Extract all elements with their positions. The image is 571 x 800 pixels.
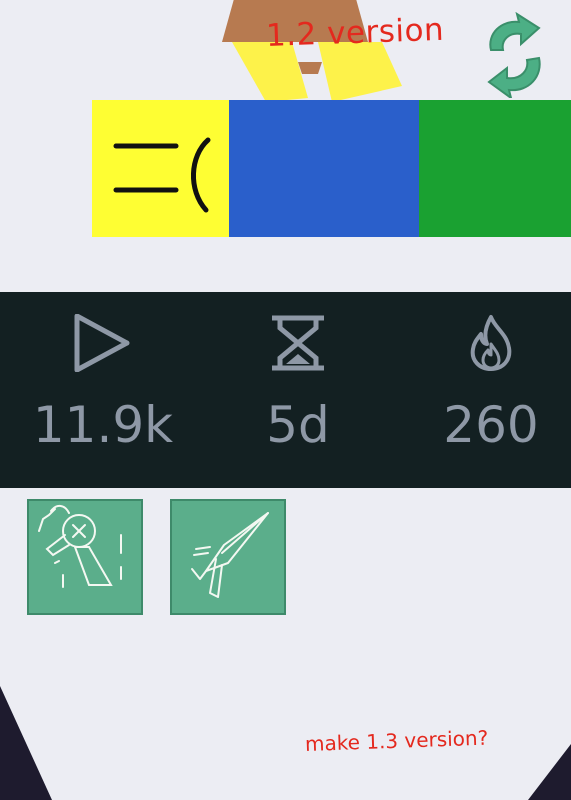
make-new-version-prompt[interactable]: make 1.3 version? [305, 726, 489, 756]
bottom-right-corner [528, 744, 571, 800]
stat-plays: 11.9k [8, 292, 198, 488]
refresh-arrows-icon [487, 11, 541, 101]
sad-face-icon [113, 137, 211, 213]
hourglass-icon [272, 315, 324, 371]
stats-bar: 11.9k 5d 260 [0, 292, 571, 488]
tile-broken-axe[interactable] [27, 499, 143, 615]
bottom-left-corner [0, 686, 52, 800]
stat-age: 5d [203, 292, 393, 488]
broken-axe-sketch-icon [38, 505, 122, 588]
stat-plays-value: 11.9k [32, 396, 174, 454]
strip-yellow-block [92, 100, 229, 237]
strip-blue-block [229, 100, 419, 237]
version-label: 1.2 version [265, 11, 445, 54]
strip-green-block [419, 100, 571, 237]
play-icon [74, 314, 130, 372]
stat-fire: 260 [396, 292, 571, 488]
refresh-button[interactable] [477, 11, 551, 101]
stat-fire-value: 260 [443, 396, 539, 454]
flame-icon [470, 315, 512, 371]
color-strip [92, 100, 571, 237]
trowel-sketch-icon [191, 512, 269, 598]
stat-age-value: 5d [266, 396, 330, 454]
tile-trowel[interactable] [170, 499, 286, 615]
